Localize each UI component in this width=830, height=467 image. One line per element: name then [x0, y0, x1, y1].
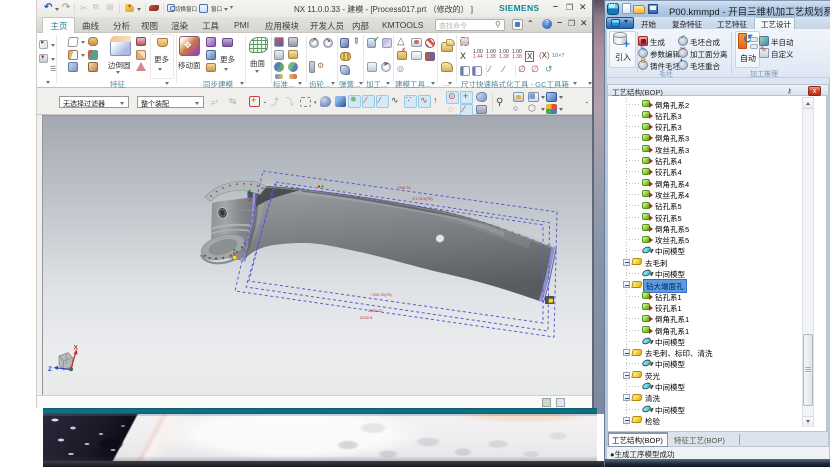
svg-text:−205.76(75): −205.76(75) [370, 292, 392, 297]
svg-text:2030.32: 2030.32 [368, 308, 383, 313]
svg-text:X: X [74, 345, 79, 352]
svg-text:−205.76: −205.76 [396, 185, 411, 190]
svg-text:2030.5: 2030.5 [360, 315, 373, 320]
svg-text:∅175.5(75): ∅175.5(75) [412, 196, 433, 201]
svg-text:Z: Z [48, 366, 52, 373]
